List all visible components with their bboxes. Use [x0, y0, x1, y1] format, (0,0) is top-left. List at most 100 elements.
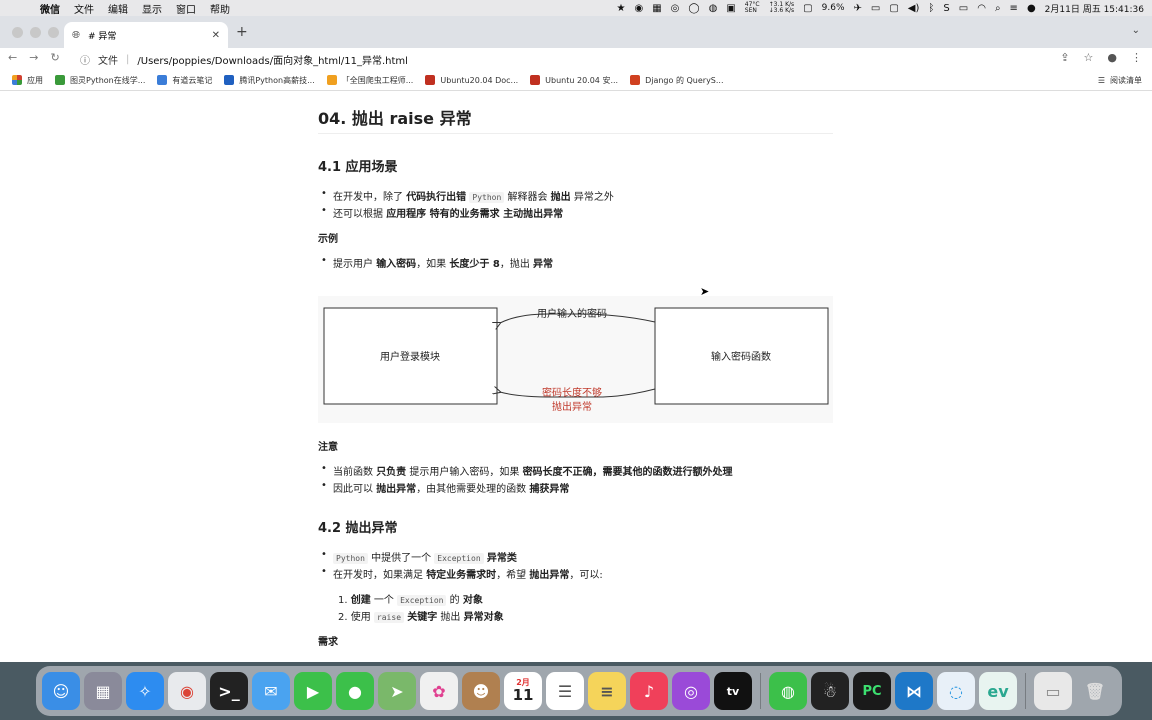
share-icon[interactable]: ⇪	[1060, 51, 1069, 64]
finder-icon[interactable]: ☺	[42, 672, 80, 710]
facetime-icon[interactable]: ▶	[294, 672, 332, 710]
profile-icon[interactable]: ●	[1107, 51, 1117, 64]
chrome-icon[interactable]: ◉	[168, 672, 206, 710]
bookmark-star-icon[interactable]: ☆	[1084, 51, 1094, 64]
photos-icon[interactable]: ✿	[420, 672, 458, 710]
bookmark-favicon-icon	[630, 75, 641, 85]
notes-icon[interactable]: ≡	[588, 672, 626, 710]
wechat-status-icon[interactable]: ◍	[709, 3, 718, 14]
url-text[interactable]: /Users/poppies/Downloads/面向对象_html/11_异常…	[137, 52, 408, 67]
bookmark-favicon-icon	[157, 75, 168, 85]
search-status-icon[interactable]: ◎	[671, 3, 680, 14]
safari-icon[interactable]: ✧	[126, 672, 164, 710]
menu-item-view[interactable]: 显示	[142, 1, 162, 16]
maps-icon[interactable]: ➤	[378, 672, 416, 710]
menu-item-file[interactable]: 文件	[74, 1, 94, 16]
reload-icon[interactable]: ↻	[50, 51, 59, 64]
note-label: 注意	[318, 442, 338, 453]
menu-item-window[interactable]: 窗口	[176, 1, 196, 16]
bookmark-item[interactable]: 腾讯Python高薪技...	[224, 75, 315, 86]
bookmark-apps[interactable]: 应用	[12, 75, 43, 86]
apple-tv-icon[interactable]: tv	[714, 672, 752, 710]
page-content: 04. 抛出 raise 异常 4.1 应用场景 在开发中，除了 代码执行出错 …	[0, 91, 1152, 662]
mail-icon[interactable]: ✉	[252, 672, 290, 710]
bookmark-item[interactable]: Django 的 QueryS...	[630, 75, 724, 86]
messages-icon[interactable]: ●	[336, 672, 374, 710]
chevron-down-icon[interactable]: ⌄	[1132, 25, 1140, 36]
battery-icon[interactable]: ▭	[959, 3, 968, 14]
bookmark-favicon-icon	[55, 75, 65, 85]
music-icon[interactable]: ♪	[630, 672, 668, 710]
browser-window: 🌐︎ # 异常 ✕ + ⌄ ← → ↻ ⓘ 文件 | /Users/poppie…	[0, 16, 1152, 662]
address-bar[interactable]: ⓘ 文件 | /Users/poppies/Downloads/面向对象_htm…	[76, 50, 1076, 68]
chat-status-icon[interactable]: ◯	[688, 3, 699, 14]
cpu-icon[interactable]: ▢	[803, 3, 812, 14]
podcasts-icon[interactable]: ◎	[672, 672, 710, 710]
maximize-window-button[interactable]	[48, 27, 59, 38]
tools-icon[interactable]: ▣	[726, 3, 735, 14]
dock-divider	[760, 673, 761, 709]
star-icon[interactable]: ★	[616, 3, 625, 14]
grid-icon[interactable]: ▦	[652, 3, 661, 14]
back-icon[interactable]: ←	[8, 51, 17, 64]
bookmark-item[interactable]: 「全国爬虫工程师...	[326, 75, 413, 86]
pycharm-icon[interactable]: PC	[853, 672, 891, 710]
contacts-icon[interactable]: ☻	[462, 672, 500, 710]
qq-icon[interactable]: ☃	[811, 672, 849, 710]
wechat-icon[interactable]: ◍	[769, 672, 807, 710]
s-app-icon[interactable]: S	[943, 3, 949, 14]
reminders-icon[interactable]: ☰	[546, 672, 584, 710]
airplane-icon[interactable]: ✈	[854, 3, 862, 14]
window-controls	[12, 27, 59, 38]
login-module-label: 用户登录模块	[380, 350, 440, 363]
subheading-4-1: 4.1 应用场景	[318, 160, 398, 175]
list-item: 因此可以 抛出异常，由其他需要处理的函数 捕获异常	[321, 480, 569, 495]
bookmarks-bar: 应用 图灵Python在线学... 有道云笔记 腾讯Python高薪技... 「…	[0, 70, 1152, 91]
vscode-icon[interactable]: ⋈	[895, 672, 933, 710]
screenshot-icon[interactable]: ▭	[1034, 672, 1072, 710]
new-tab-button[interactable]: +	[236, 24, 248, 40]
trash-icon[interactable]: 🗑︎	[1076, 672, 1114, 710]
menu-app-name[interactable]: 微信	[40, 1, 60, 16]
bookmark-favicon-icon	[224, 75, 235, 85]
section-heading-04: 04. 抛出 raise 异常	[318, 105, 833, 134]
tab-title: # 异常	[88, 31, 117, 42]
bookmark-item[interactable]: 图灵Python在线学...	[55, 75, 145, 86]
tab-active[interactable]: 🌐︎ # 异常 ✕	[64, 22, 228, 48]
status-app-icon[interactable]: ◉	[634, 3, 643, 14]
bookmark-item[interactable]: Ubuntu 20.04 安...	[530, 75, 618, 86]
launchpad-icon[interactable]: ▦	[84, 672, 122, 710]
close-window-button[interactable]	[12, 27, 23, 38]
terminal-icon[interactable]: >_	[210, 672, 248, 710]
bookmark-item[interactable]: Ubuntu20.04 Doc...	[425, 75, 518, 85]
calendar-icon[interactable]: 2月 11	[504, 672, 542, 710]
reading-list-button[interactable]: ☰ 阅读清单	[1098, 75, 1142, 86]
dock-divider	[1025, 673, 1026, 709]
bookmark-favicon-icon	[530, 75, 541, 85]
close-icon[interactable]: ✕	[212, 30, 220, 41]
menu-item-edit[interactable]: 编辑	[108, 1, 128, 16]
control-center-icon[interactable]: ≡	[1010, 3, 1018, 14]
ev-recorder-icon[interactable]: ev	[979, 672, 1017, 710]
wifi-icon[interactable]: ◠	[977, 3, 986, 14]
weather-readout: 47°C SEN	[744, 1, 760, 14]
spotlight-icon[interactable]: ⌕	[995, 3, 1001, 14]
more-icon[interactable]: ⋮	[1131, 51, 1142, 64]
minimize-window-button[interactable]	[30, 27, 41, 38]
display-icon[interactable]: ▭	[871, 3, 880, 14]
info-icon[interactable]: ⓘ	[80, 52, 90, 67]
clock[interactable]: 2月11日 周五 15:41:36	[1045, 2, 1144, 15]
volume-icon[interactable]: ◀)	[908, 3, 920, 14]
top-arrow-label: 用户输入的密码	[537, 307, 607, 320]
bookmark-item[interactable]: 有道云笔记	[157, 75, 212, 86]
forward-icon[interactable]: →	[29, 51, 38, 64]
window-icon[interactable]: ▢	[889, 3, 898, 14]
menu-item-help[interactable]: 帮助	[210, 1, 230, 16]
bluetooth-icon[interactable]: ᛒ	[928, 3, 934, 14]
qq-chat-icon[interactable]: ◌	[937, 672, 975, 710]
tab-bar: 🌐︎ # 异常 ✕ + ⌄	[0, 16, 1152, 48]
apps-grid-icon	[12, 75, 22, 85]
dock: ☺ ▦ ✧ ◉ >_ ✉ ▶ ● ➤ ✿ ☻ 2月 11 ☰ ≡ ♪ ◎ tv ◍…	[36, 666, 1122, 716]
list-item: 在开发时，如果满足 特定业务需求时，希望 抛出异常，可以:	[321, 566, 603, 581]
siri-icon[interactable]: ●	[1027, 3, 1036, 14]
